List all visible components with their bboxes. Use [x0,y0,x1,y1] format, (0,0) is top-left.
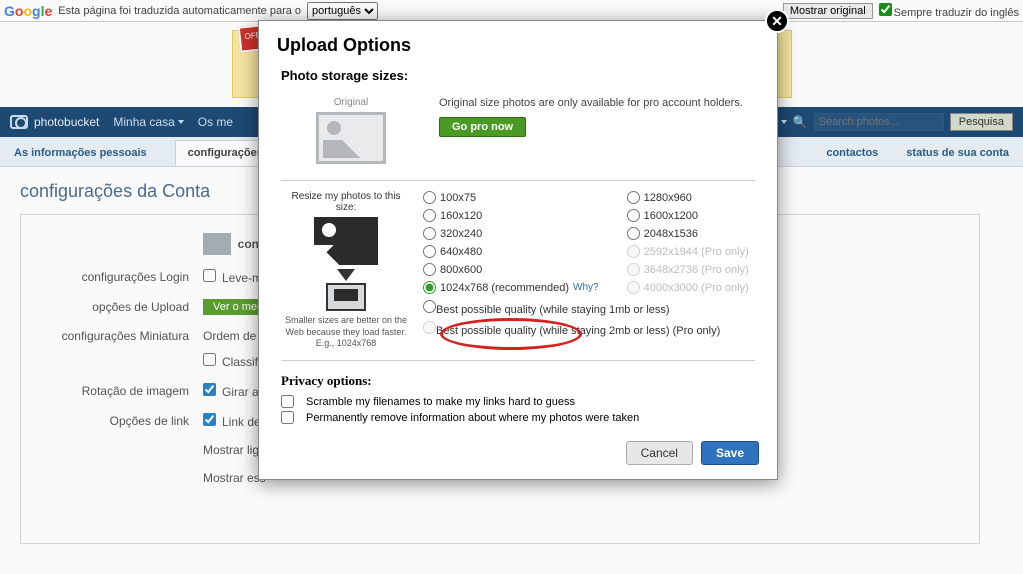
size-radio-1600x1200[interactable]: 1600x1200 [627,209,749,222]
size-radio-4000x3000: 4000x3000 (Pro only) [627,281,749,294]
scramble-checkbox[interactable]: Scramble my filenames to make my links h… [281,395,755,408]
image-placeholder-icon [316,112,386,164]
save-button[interactable]: Save [701,441,759,465]
smaller-note: Smaller sizes are better on the Web beca… [281,315,411,350]
size-radio-320x240[interactable]: 320x240 [423,227,599,240]
size-radio-best-2mb: Best possible quality (while staying 2mb… [423,321,755,337]
size-radio-160x120[interactable]: 160x120 [423,209,599,222]
printer-icon [326,283,366,311]
why-link[interactable]: Why? [573,282,599,293]
close-icon: ✕ [771,13,783,30]
size-radio-640x480[interactable]: 640x480 [423,245,599,258]
size-radio-1024x768[interactable]: 1024x768 (recommended) Why? [423,281,599,294]
size-radio-800x600[interactable]: 800x600 [423,263,599,276]
size-radio-3648x2736: 3648x2736 (Pro only) [627,263,749,276]
go-pro-button[interactable]: Go pro now [439,117,526,137]
size-radio-2048x1536[interactable]: 2048x1536 [627,227,749,240]
remove-exif-checkbox[interactable]: Permanently remove information about whe… [281,411,755,424]
privacy-header: Privacy options: [281,373,755,389]
photo-icon [314,217,378,265]
storage-header: Photo storage sizes: [281,68,755,83]
resize-label: Resize my photos to this size: [281,191,411,213]
close-button[interactable]: ✕ [765,9,789,33]
arrow-down-icon [337,269,355,281]
size-radio-100x75[interactable]: 100x75 [423,191,599,204]
original-label: Original [281,97,421,108]
size-radio-1280x960[interactable]: 1280x960 [627,191,749,204]
cancel-button[interactable]: Cancel [626,441,693,465]
pro-only-text: Original size photos are only available … [439,97,755,109]
size-radio-best-1mb[interactable]: Best possible quality (while staying 1mb… [423,300,755,316]
upload-options-modal: ✕ Upload Options Photo storage sizes: Or… [258,20,778,480]
size-radio-2592x1944: 2592x1944 (Pro only) [627,245,749,258]
modal-title: Upload Options [259,21,777,62]
